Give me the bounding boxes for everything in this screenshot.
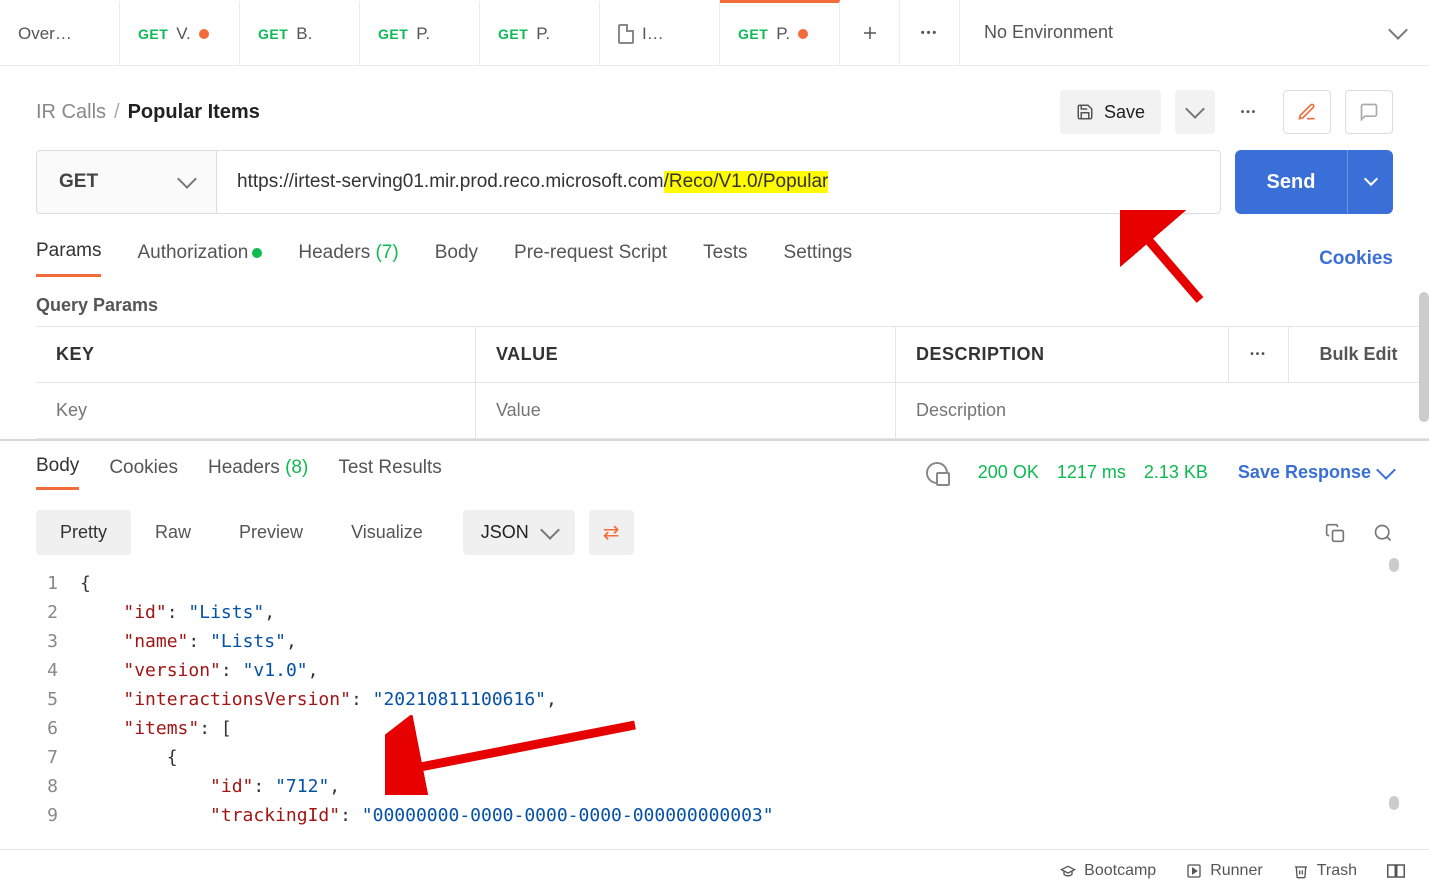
col-value: VALUE (476, 327, 896, 382)
response-header: Body Cookies Headers (8) Test Results 20… (0, 439, 1429, 498)
tab-overflow-button[interactable]: ••• (900, 0, 960, 65)
tab-1[interactable]: GETV. (120, 0, 240, 65)
environment-selector[interactable]: No Environment (960, 0, 1429, 65)
status-size: 2.13 KB (1144, 462, 1208, 483)
tab-body[interactable]: Body (435, 242, 478, 276)
tab-authorization[interactable]: Authorization (137, 242, 262, 276)
param-key-input[interactable] (56, 400, 455, 421)
tab-tests[interactable]: Tests (703, 242, 747, 276)
search-button[interactable] (1373, 523, 1393, 543)
view-pretty[interactable]: Pretty (36, 510, 131, 555)
url-input[interactable]: https://irtest-serving01.mir.prod.reco.m… (217, 151, 1220, 213)
resp-tab-cookies[interactable]: Cookies (109, 457, 178, 489)
dirty-dot-icon (199, 29, 209, 39)
col-key: KEY (36, 327, 476, 382)
footer-panes[interactable] (1387, 864, 1405, 878)
bulk-edit-button[interactable]: Bulk Edit (1289, 327, 1429, 382)
param-desc-input[interactable] (916, 400, 1409, 421)
url-highlight: /Reco/V1.0/Popular (664, 171, 829, 193)
resp-tab-tests[interactable]: Test Results (338, 457, 441, 489)
param-value-input[interactable] (496, 400, 875, 421)
scrollbar[interactable] (1389, 558, 1399, 572)
view-raw[interactable]: Raw (131, 510, 215, 555)
save-dropdown-button[interactable] (1175, 90, 1215, 134)
footer-trash[interactable]: Trash (1293, 862, 1357, 880)
footer-runner[interactable]: Runner (1186, 862, 1262, 880)
breadcrumb-request[interactable]: Popular Items (128, 101, 260, 124)
status-code: 200 OK (978, 462, 1039, 483)
save-icon (1076, 103, 1094, 121)
auth-indicator-icon (252, 248, 262, 258)
query-params-heading: Query Params (0, 287, 1429, 326)
more-actions-button[interactable]: ••• (1229, 90, 1269, 134)
save-button[interactable]: Save (1060, 90, 1161, 134)
file-icon (618, 24, 634, 44)
col-description: DESCRIPTION (896, 327, 1229, 382)
tab-overview[interactable]: Over… (0, 0, 120, 65)
tab-3[interactable]: GETP. (360, 0, 480, 65)
url-bar: GET https://irtest-serving01.mir.prod.re… (36, 150, 1221, 214)
params-table: KEY VALUE DESCRIPTION ••• Bulk Edit (36, 326, 1429, 439)
chevron-down-icon (1376, 460, 1396, 480)
cookies-link[interactable]: Cookies (1319, 248, 1393, 270)
breadcrumb: IR Calls / Popular Items (36, 101, 260, 124)
tab-active[interactable]: GETP. (720, 0, 840, 65)
send-dropdown[interactable] (1347, 150, 1393, 214)
tab-headers[interactable]: Headers (7) (298, 242, 398, 276)
format-selector[interactable]: JSON (463, 510, 575, 555)
tab-2[interactable]: GETB. (240, 0, 360, 65)
network-icon[interactable] (926, 462, 948, 484)
tab-bar: Over… GETV. GETB. GETP. GETP. I… GETP. •… (0, 0, 1429, 66)
new-tab-button[interactable] (840, 0, 900, 65)
view-preview[interactable]: Preview (215, 510, 327, 555)
view-visualize[interactable]: Visualize (327, 510, 447, 555)
send-button[interactable]: Send (1235, 150, 1393, 214)
scrollbar[interactable] (1389, 796, 1399, 810)
resp-tab-body[interactable]: Body (36, 455, 79, 490)
chevron-down-icon (177, 169, 197, 189)
tab-prerequest[interactable]: Pre-request Script (514, 242, 667, 276)
chevron-down-icon (1363, 172, 1377, 186)
breadcrumb-collection[interactable]: IR Calls (36, 101, 106, 124)
tab-settings[interactable]: Settings (784, 242, 853, 276)
chevron-down-icon (1185, 99, 1205, 119)
resp-tab-headers[interactable]: Headers (8) (208, 457, 308, 489)
request-tabs: Params Authorization Headers (7) Body Pr… (0, 234, 1429, 287)
status-bar: Bootcamp Runner Trash (0, 849, 1429, 891)
footer-bootcamp[interactable]: Bootcamp (1060, 862, 1156, 880)
tab-4[interactable]: GETP. (480, 0, 600, 65)
dirty-dot-icon (798, 29, 808, 39)
save-response-button[interactable]: Save Response (1238, 462, 1393, 483)
copy-button[interactable] (1325, 523, 1345, 543)
comments-button[interactable] (1345, 90, 1393, 134)
scrollbar[interactable] (1419, 292, 1429, 422)
tab-params[interactable]: Params (36, 240, 101, 277)
chevron-down-icon (1388, 20, 1408, 40)
chevron-down-icon (540, 520, 560, 540)
request-header: IR Calls / Popular Items Save ••• (0, 66, 1429, 150)
edit-button[interactable] (1283, 90, 1331, 134)
response-body[interactable]: 1{2 "id": "Lists",3 "name": "Lists",4 "v… (0, 563, 1429, 830)
status-time: 1217 ms (1057, 462, 1126, 483)
tab-5[interactable]: I… (600, 0, 720, 65)
response-status: 200 OK 1217 ms 2.13 KB (978, 462, 1208, 483)
method-selector[interactable]: GET (37, 151, 217, 213)
col-options-button[interactable]: ••• (1229, 327, 1289, 382)
wrap-toggle[interactable]: ⇄ (589, 510, 634, 555)
response-view-tabs: Pretty Raw Preview Visualize JSON ⇄ (0, 498, 1429, 563)
